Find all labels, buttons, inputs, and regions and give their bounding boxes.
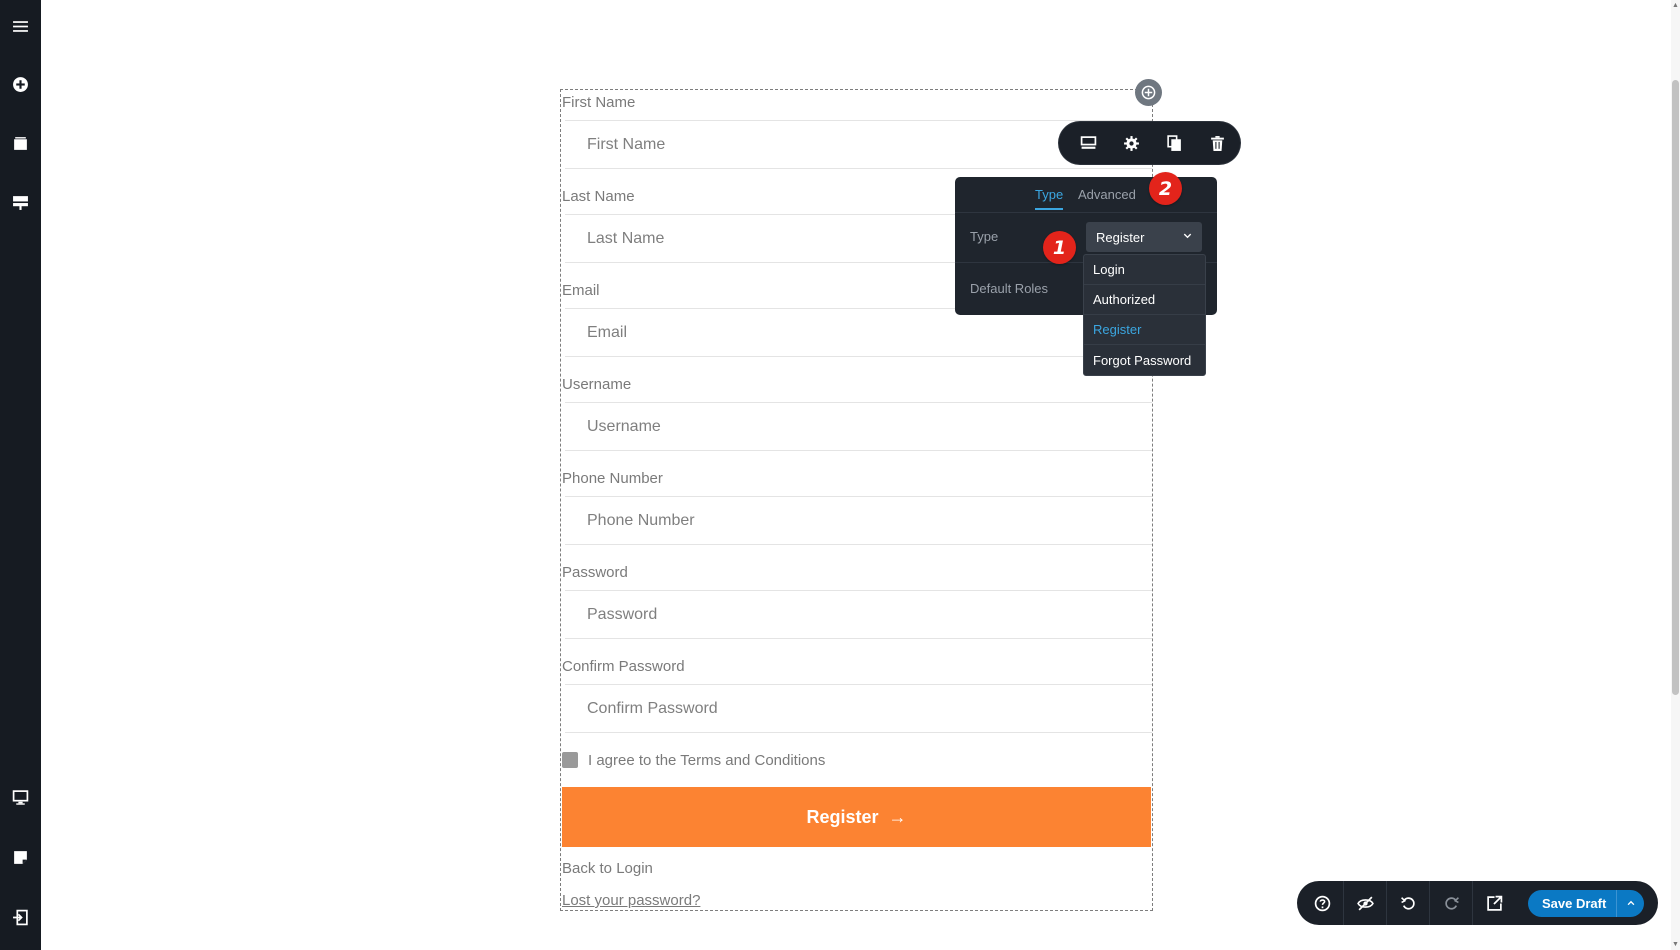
- tab-type[interactable]: Type: [1035, 187, 1064, 210]
- undo-button[interactable]: [1387, 881, 1430, 925]
- option-forgot-password[interactable]: Forgot Password: [1084, 345, 1205, 375]
- register-button[interactable]: Register →: [562, 787, 1151, 847]
- duplicate-button[interactable]: [1153, 122, 1196, 164]
- page-scrollbar[interactable]: ▲ ▼: [1671, 0, 1680, 950]
- email-label: Email: [562, 282, 600, 299]
- option-authorized[interactable]: Authorized: [1084, 285, 1205, 315]
- desktop-icon[interactable]: [8, 785, 33, 810]
- callout-badge-2: 2: [1149, 172, 1182, 205]
- element-toolbar: [1059, 122, 1240, 164]
- delete-button[interactable]: [1196, 122, 1239, 164]
- trash-icon: [1211, 135, 1224, 151]
- confirm-password-label: Confirm Password: [562, 658, 685, 675]
- option-login[interactable]: Login: [1084, 255, 1205, 285]
- callout-badge-1: 1: [1043, 231, 1076, 264]
- type-select[interactable]: Register: [1086, 222, 1202, 252]
- last-name-label: Last Name: [562, 188, 635, 205]
- save-draft-button[interactable]: Save Draft: [1528, 889, 1644, 917]
- preview-toggle-button[interactable]: [1344, 881, 1387, 925]
- layers-icon[interactable]: [8, 131, 33, 156]
- redo-icon: [1444, 896, 1459, 910]
- arrow-right-icon: →: [888, 806, 907, 827]
- components-icon[interactable]: [8, 190, 33, 215]
- password-label: Password: [562, 564, 628, 581]
- chevron-up-icon: [1627, 900, 1634, 906]
- gear-icon: [1124, 135, 1139, 151]
- redo-button[interactable]: [1430, 881, 1473, 925]
- layout-icon: [1080, 135, 1097, 149]
- type-select-value: Register: [1096, 229, 1145, 245]
- external-link-icon: [1487, 895, 1503, 911]
- help-button[interactable]: [1301, 881, 1344, 925]
- save-options-button[interactable]: [1616, 889, 1644, 917]
- confirm-password-field[interactable]: Confirm Password: [565, 684, 1152, 733]
- phone-label: Phone Number: [562, 470, 663, 487]
- save-draft-label: Save Draft: [1542, 895, 1607, 911]
- type-label: Type: [970, 229, 999, 244]
- register-button-label: Register: [806, 806, 879, 827]
- undo-icon: [1400, 896, 1415, 910]
- editor-bottom-bar: Save Draft: [1297, 881, 1658, 925]
- editor-sidebar: [0, 0, 41, 950]
- copy-icon: [1167, 134, 1181, 151]
- page-icon[interactable]: [8, 845, 33, 870]
- layout-button[interactable]: [1067, 122, 1110, 164]
- visibility-off-icon: [1356, 896, 1374, 910]
- scroll-up-arrow-icon[interactable]: ▲: [1672, 2, 1679, 9]
- phone-field[interactable]: Phone Number: [565, 496, 1152, 545]
- chevron-down-icon: [1183, 233, 1192, 239]
- help-icon: [1314, 895, 1330, 911]
- username-field[interactable]: Username: [565, 402, 1152, 451]
- plus-icon: [1141, 85, 1156, 100]
- option-register[interactable]: Register: [1084, 315, 1205, 345]
- default-roles-label: Default Roles: [970, 281, 1049, 296]
- scroll-thumb[interactable]: [1672, 80, 1679, 695]
- password-field[interactable]: Password: [565, 590, 1152, 639]
- menu-icon[interactable]: [8, 14, 33, 39]
- username-label: Username: [562, 376, 632, 393]
- terms-row: I agree to the Terms and Conditions: [562, 750, 825, 770]
- settings-button[interactable]: [1110, 122, 1153, 164]
- exit-icon[interactable]: [8, 905, 33, 930]
- back-to-login-link[interactable]: Back to Login: [562, 860, 653, 877]
- scroll-down-arrow-icon[interactable]: ▼: [1672, 941, 1679, 948]
- add-circle-icon[interactable]: [8, 72, 33, 97]
- terms-checkbox[interactable]: [562, 752, 578, 768]
- add-element-button[interactable]: [1135, 79, 1162, 106]
- first-name-label: First Name: [562, 94, 636, 111]
- lost-password-link[interactable]: Lost your password?: [562, 892, 700, 909]
- open-external-button[interactable]: [1473, 881, 1516, 925]
- email-field[interactable]: Email: [565, 308, 1152, 357]
- type-dropdown-menu: Login Authorized Register Forgot Passwor…: [1083, 254, 1206, 376]
- tab-advanced[interactable]: Advanced: [1078, 187, 1136, 202]
- terms-label: I agree to the Terms and Conditions: [588, 751, 826, 769]
